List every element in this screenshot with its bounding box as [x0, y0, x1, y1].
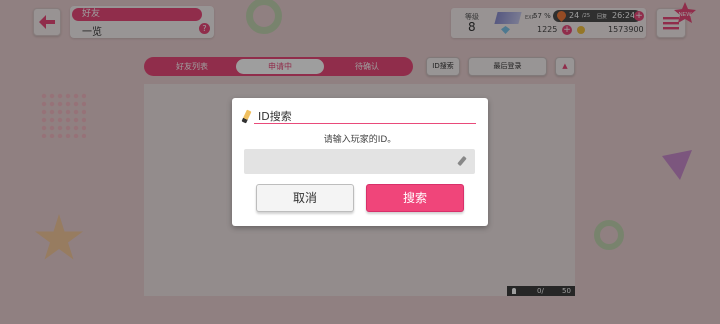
- dialog-title-underline: [254, 123, 476, 124]
- player-id-input[interactable]: [244, 149, 475, 174]
- dialog-message: 请输入玩家的ID。: [323, 135, 397, 145]
- search-button[interactable]: 搜索: [366, 184, 464, 212]
- cancel-button[interactable]: 取消: [256, 184, 354, 212]
- pencil-icon: [241, 109, 252, 124]
- dialog-title: ID搜索: [258, 110, 292, 123]
- id-search-dialog: ID搜索 请输入玩家的ID。 取消 搜索: [232, 98, 488, 226]
